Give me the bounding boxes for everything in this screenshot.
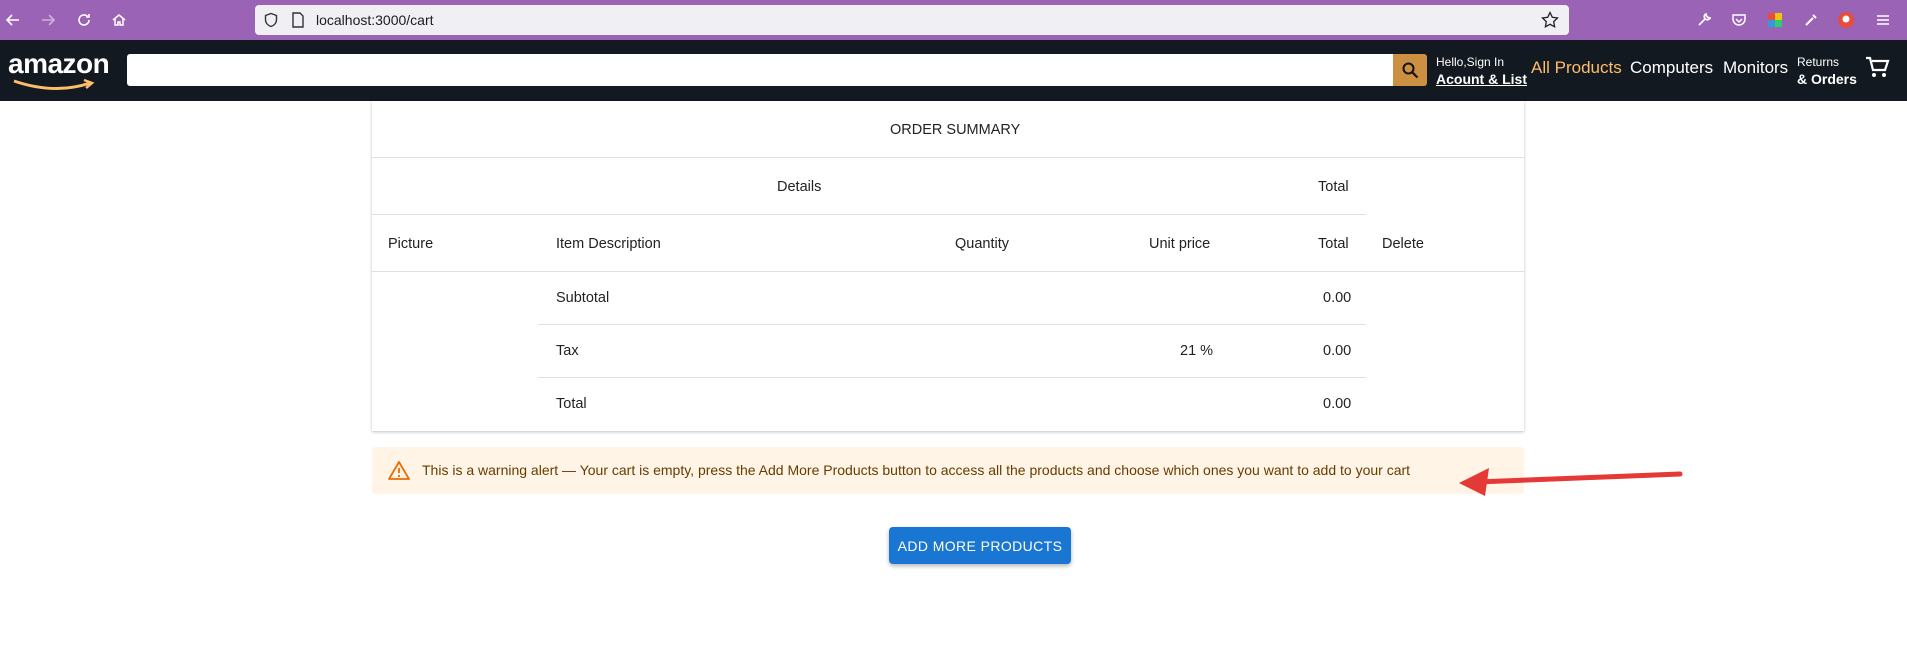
account-lists-link[interactable]: Acount & List [1436, 71, 1527, 87]
forward-button[interactable] [36, 8, 60, 32]
back-button[interactable] [1, 8, 25, 32]
column-header-total: Total [1318, 236, 1349, 252]
smile-arrow-icon [13, 78, 95, 91]
shield-icon [264, 12, 278, 28]
total-label: Total [556, 396, 587, 412]
annotation-arrow-icon [1459, 468, 1683, 496]
warning-alert: This is a warning alert — Your cart is e… [372, 447, 1524, 494]
total-group-header: Total [1318, 179, 1349, 195]
color-extension-icon[interactable] [1765, 10, 1785, 30]
home-icon [112, 14, 126, 26]
order-summary-table: ORDER SUMMARY Details Total Picture Item… [372, 101, 1524, 431]
search-icon [1402, 62, 1419, 79]
orders-label[interactable]: & Orders [1797, 71, 1857, 87]
url-text: localhost:3000/cart [316, 12, 434, 28]
column-header-unit-price: Unit price [1149, 236, 1211, 252]
nav-computers[interactable]: Computers [1630, 58, 1713, 78]
column-header-quantity: Quantity [955, 236, 1009, 252]
warning-alert-text: This is a warning alert — Your cart is e… [422, 462, 1411, 478]
tax-value: 0.00 [1323, 343, 1352, 359]
forward-arrow-icon [42, 14, 56, 26]
column-header-picture: Picture [388, 236, 434, 252]
column-header-delete: Delete [1382, 236, 1424, 252]
amazon-logo[interactable]: amazon [8, 48, 118, 92]
divider [372, 271, 1524, 272]
divider [372, 214, 1366, 215]
eyedropper-icon[interactable] [1801, 10, 1821, 30]
subtotal-label: Subtotal [556, 290, 610, 306]
page-icon [292, 12, 304, 28]
back-arrow-icon [5, 14, 19, 26]
column-header-description: Item Description [556, 236, 661, 252]
avatar-extension-icon[interactable] [1836, 10, 1856, 30]
reload-button[interactable] [72, 8, 96, 32]
returns-label[interactable]: Returns [1797, 55, 1839, 69]
site-header: amazon Hello,Sign In Acount & List All P… [0, 40, 1907, 101]
nav-monitors[interactable]: Monitors [1723, 58, 1788, 78]
bookmark-star-icon[interactable] [1541, 11, 1559, 29]
add-more-products-button[interactable]: ADD MORE PRODUCTS [889, 527, 1071, 564]
warning-icon [388, 461, 410, 480]
divider [538, 324, 1366, 325]
browser-toolbar: localhost:3000/cart [0, 0, 1907, 40]
details-group-header: Details [777, 179, 822, 195]
tax-label: Tax [556, 343, 579, 359]
divider [538, 377, 1366, 378]
divider [372, 157, 1524, 158]
wrench-icon[interactable] [1694, 10, 1714, 30]
order-summary-title: ORDER SUMMARY [890, 122, 1021, 138]
search-button[interactable] [1393, 54, 1427, 86]
cart-icon[interactable] [1864, 54, 1890, 80]
reload-icon [78, 14, 90, 26]
total-value: 0.00 [1323, 396, 1352, 412]
home-button[interactable] [107, 8, 131, 32]
search-input[interactable] [127, 54, 1393, 86]
menu-icon[interactable] [1873, 10, 1893, 30]
pocket-icon[interactable] [1729, 10, 1749, 30]
nav-all-products[interactable]: All Products [1531, 58, 1622, 78]
greeting: Hello,Sign In [1436, 55, 1505, 69]
subtotal-value: 0.00 [1323, 290, 1352, 306]
address-bar[interactable]: localhost:3000/cart [255, 5, 1569, 35]
tax-rate: 21 % [1180, 343, 1214, 359]
